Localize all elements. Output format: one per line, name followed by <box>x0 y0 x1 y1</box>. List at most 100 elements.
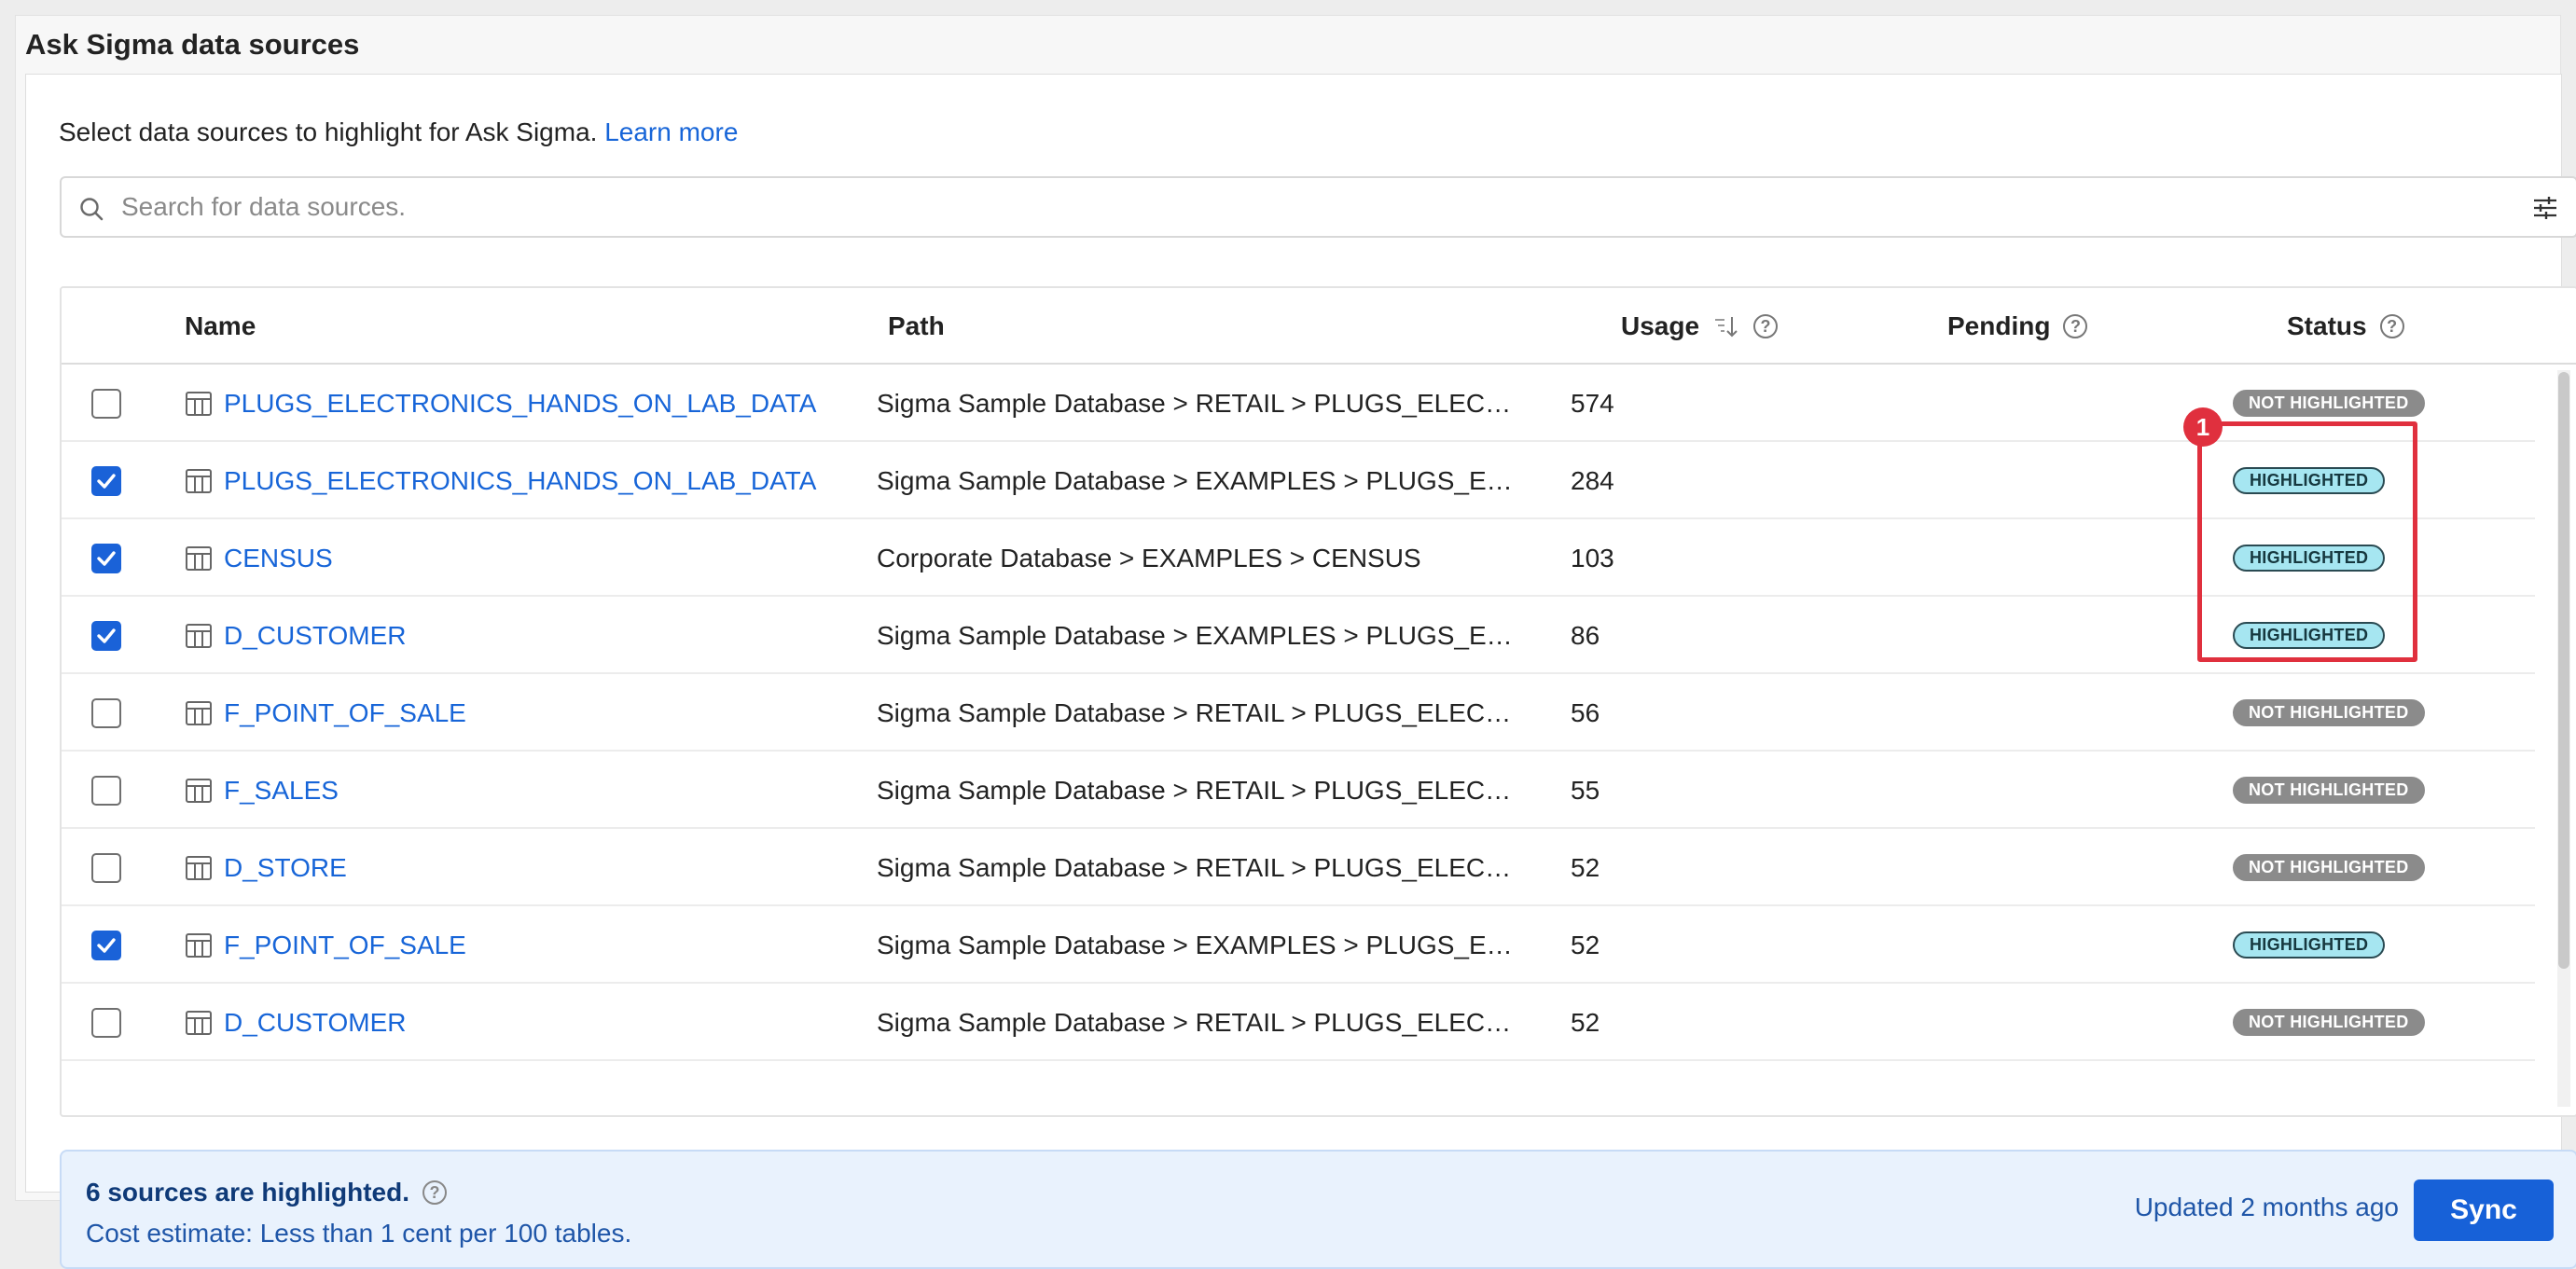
table-icon <box>186 1011 212 1035</box>
source-name-link[interactable]: CENSUS <box>224 519 333 597</box>
column-header-status[interactable]: Status ? <box>2287 288 2404 365</box>
row-checkbox[interactable] <box>91 776 121 806</box>
row-checkbox[interactable] <box>91 544 121 573</box>
source-name-link[interactable]: F_POINT_OF_SALE <box>224 674 466 752</box>
table-icon <box>186 392 212 416</box>
page-title: Ask Sigma data sources <box>25 28 360 61</box>
scrollbar-thumb[interactable] <box>2558 372 2569 969</box>
intro-description: Select data sources to highlight for Ask… <box>59 117 605 146</box>
usage-help-icon[interactable]: ? <box>1753 314 1779 338</box>
table-icon <box>186 546 212 571</box>
table-icon <box>186 624 212 648</box>
table-icon <box>186 779 212 803</box>
source-path: Sigma Sample Database > EXAMPLES > PLUGS… <box>877 466 1520 495</box>
source-name-link[interactable]: D_STORE <box>224 829 347 906</box>
column-status-label: Status <box>2287 311 2367 340</box>
checkmark-icon <box>97 628 116 643</box>
search-box[interactable] <box>60 176 2576 238</box>
ask-sigma-panel: Ask Sigma data sources Select data sourc… <box>15 15 2576 1269</box>
source-path: Sigma Sample Database > RETAIL > PLUGS_E… <box>877 853 1520 882</box>
pending-help-icon[interactable]: ? <box>2063 314 2088 338</box>
summary-heading: 6 sources are highlighted. ? <box>86 1178 447 1207</box>
usage-count: 55 <box>1571 776 1600 805</box>
column-header-name[interactable]: Name <box>185 288 256 365</box>
checkmark-icon <box>97 474 116 489</box>
table-icon <box>186 856 212 880</box>
source-path: Sigma Sample Database > RETAIL > PLUGS_E… <box>877 776 1520 805</box>
sync-button[interactable]: Sync <box>2414 1179 2554 1241</box>
table-row[interactable]: F_SALES Sigma Sample Database > RETAIL > … <box>62 752 2535 829</box>
source-path: Sigma Sample Database > RETAIL > PLUGS_E… <box>877 1008 1520 1037</box>
status-help-icon[interactable]: ? <box>2379 314 2404 338</box>
source-name-link[interactable]: D_CUSTOMER <box>224 597 407 674</box>
source-name-link[interactable]: F_POINT_OF_SALE <box>224 906 466 984</box>
status-badge: NOT HIGHLIGHTED <box>2233 777 2425 804</box>
usage-count: 52 <box>1571 931 1600 959</box>
source-path: Sigma Sample Database > RETAIL > PLUGS_E… <box>877 389 1520 418</box>
status-badge: NOT HIGHLIGHTED <box>2233 699 2425 726</box>
summary-text: 6 sources are highlighted. <box>86 1178 409 1207</box>
data-sources-card: Select data sources to highlight for Ask… <box>25 74 2576 1269</box>
last-updated-text: Updated 2 months ago <box>2134 1193 2399 1221</box>
row-checkbox[interactable] <box>91 389 121 419</box>
table-row[interactable]: D_STORE Sigma Sample Database > RETAIL > … <box>62 829 2535 906</box>
table-icon <box>186 933 212 958</box>
summary-help-icon[interactable]: ? <box>422 1180 447 1205</box>
table-row[interactable]: D_CUSTOMER Sigma Sample Database > EXAMPL… <box>62 597 2535 674</box>
row-checkbox[interactable] <box>91 1008 121 1038</box>
column-header-path[interactable]: Path <box>888 288 945 365</box>
checkmark-icon <box>97 551 116 566</box>
usage-count: 86 <box>1571 621 1600 650</box>
column-name-label: Name <box>185 311 256 340</box>
source-name-link[interactable]: PLUGS_ELECTRONICS_HANDS_ON_LAB_DATA <box>224 365 816 442</box>
annotation-number-badge: 1 <box>2183 407 2223 447</box>
column-header-usage[interactable]: Usage ? <box>1621 288 1779 365</box>
filter-settings-icon[interactable] <box>2531 194 2559 222</box>
table-header: Name Path Usage ? Pending ? Status ? <box>62 288 2576 365</box>
status-badge: HIGHLIGHTED <box>2233 931 2386 959</box>
usage-count: 103 <box>1571 544 1614 572</box>
search-input[interactable] <box>119 186 2488 228</box>
row-checkbox[interactable] <box>91 853 121 883</box>
source-path: Sigma Sample Database > EXAMPLES > PLUGS… <box>877 931 1520 959</box>
highlight-summary-banner: 6 sources are highlighted. ? Cost estima… <box>60 1150 2576 1269</box>
checkmark-icon <box>97 938 116 953</box>
source-path: Corporate Database > EXAMPLES > CENSUS <box>877 544 1421 572</box>
table-row[interactable]: PLUGS_ELECTRONICS_HANDS_ON_LAB_DATA Sigma… <box>62 442 2535 519</box>
row-checkbox[interactable] <box>91 698 121 728</box>
table-row[interactable]: F_POINT_OF_SALE Sigma Sample Database > E… <box>62 906 2535 984</box>
annotation-highlight-box <box>2197 421 2417 662</box>
status-badge: NOT HIGHLIGHTED <box>2233 390 2425 417</box>
usage-count: 284 <box>1571 466 1614 495</box>
status-badge: NOT HIGHLIGHTED <box>2233 854 2425 881</box>
row-checkbox[interactable] <box>91 931 121 960</box>
source-name-link[interactable]: D_CUSTOMER <box>224 984 407 1061</box>
row-checkbox[interactable] <box>91 621 121 651</box>
status-badge: NOT HIGHLIGHTED <box>2233 1009 2425 1036</box>
usage-count: 52 <box>1571 853 1600 882</box>
table-scrollbar[interactable] <box>2557 370 2570 1107</box>
column-path-label: Path <box>888 311 945 340</box>
table-row[interactable]: F_POINT_OF_SALE Sigma Sample Database > R… <box>62 674 2535 752</box>
column-usage-label: Usage <box>1621 311 1700 340</box>
usage-count: 56 <box>1571 698 1600 727</box>
table-row[interactable]: PLUGS_ELECTRONICS_HANDS_ON_LAB_DATA Sigma… <box>62 365 2535 442</box>
source-name-link[interactable]: PLUGS_ELECTRONICS_HANDS_ON_LAB_DATA <box>224 442 816 519</box>
table-icon <box>186 701 212 725</box>
sort-descending-icon[interactable] <box>1712 312 1740 340</box>
search-icon <box>80 198 104 221</box>
row-checkbox[interactable] <box>91 466 121 496</box>
source-path: Sigma Sample Database > EXAMPLES > PLUGS… <box>877 621 1520 650</box>
table-icon <box>186 469 212 493</box>
source-name-link[interactable]: F_SALES <box>224 752 339 829</box>
column-header-pending[interactable]: Pending ? <box>1947 288 2088 365</box>
table-row[interactable]: D_CUSTOMER Sigma Sample Database > RETAIL… <box>62 984 2535 1061</box>
usage-count: 574 <box>1571 389 1614 418</box>
intro-text: Select data sources to highlight for Ask… <box>59 117 738 147</box>
column-pending-label: Pending <box>1947 311 2051 340</box>
cost-estimate: Cost estimate: Less than 1 cent per 100 … <box>86 1219 632 1248</box>
table-row[interactable]: CENSUS Corporate Database > EXAMPLES > CE… <box>62 519 2535 597</box>
learn-more-link[interactable]: Learn more <box>604 117 738 146</box>
source-path: Sigma Sample Database > RETAIL > PLUGS_E… <box>877 698 1520 727</box>
usage-count: 52 <box>1571 1008 1600 1037</box>
